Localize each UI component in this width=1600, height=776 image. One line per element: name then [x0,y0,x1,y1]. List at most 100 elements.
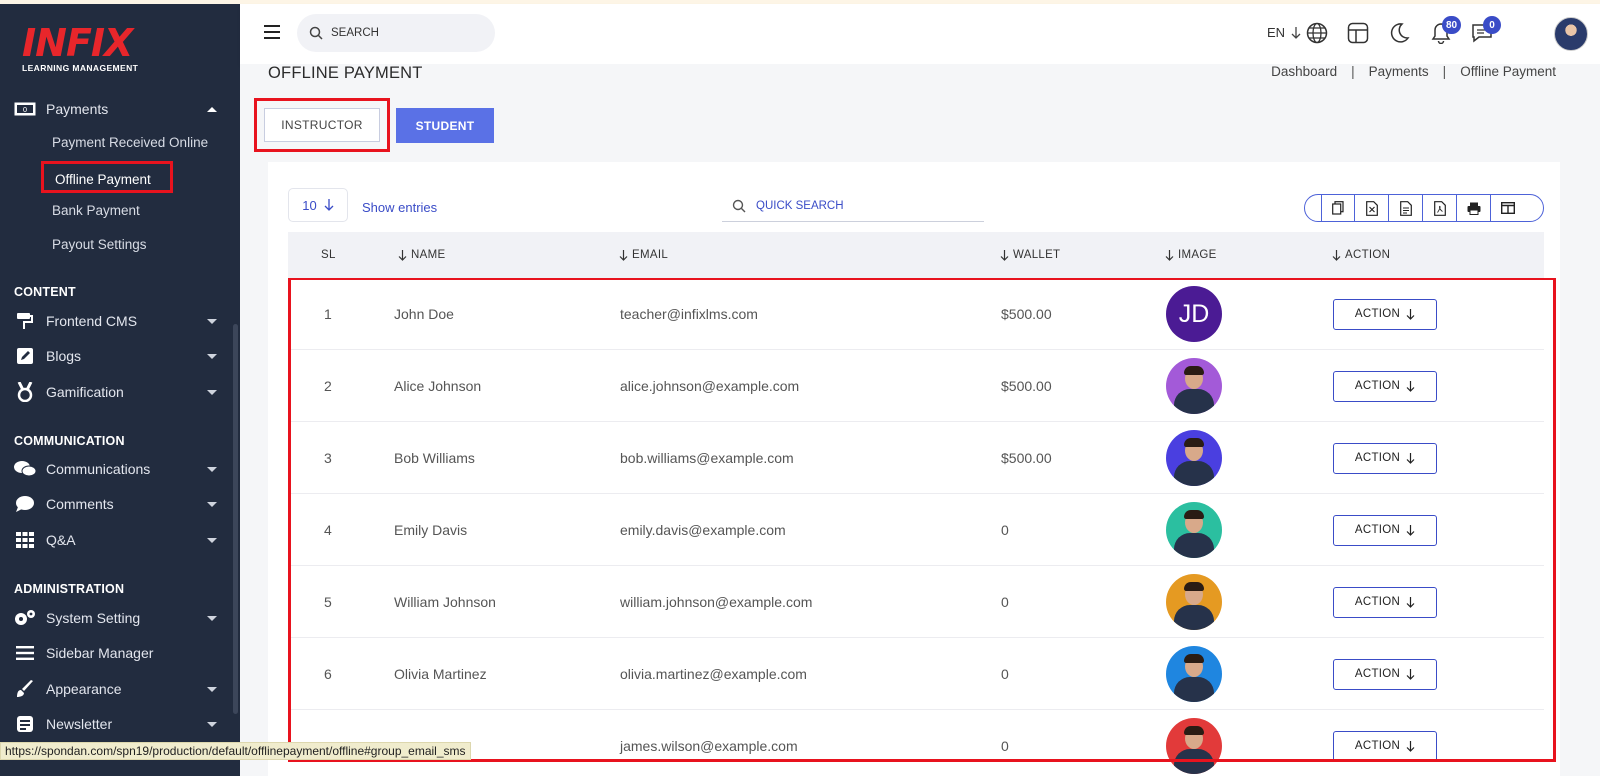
sort-arrow-icon [1000,249,1009,261]
sidebar-item-system-setting[interactable]: System Setting [0,603,240,633]
sidebar-item-label: System Setting [46,610,141,626]
column-label: NAME [411,249,446,261]
layout-icon[interactable] [1345,20,1371,46]
csv-icon[interactable] [1389,195,1423,221]
chevron-up-icon [207,106,217,112]
breadcrumb-dashboard[interactable]: Dashboard [1271,64,1337,79]
pdf-icon[interactable] [1423,195,1457,221]
search-icon [309,26,323,40]
sidebar-item-blogs[interactable]: Blogs [0,341,240,371]
sort-arrow-icon [398,249,407,261]
breadcrumb-payments[interactable]: Payments [1369,64,1429,79]
show-entries-label: Show entries [362,200,438,215]
newsletter-icon [14,713,36,735]
chevron-down-icon [207,353,217,359]
messages-count-badge: 0 [1483,16,1501,34]
entries-value: 10 [302,197,317,213]
copy-icon[interactable] [1321,195,1355,221]
language-selector[interactable]: EN [1267,25,1301,40]
excel-icon[interactable] [1355,195,1389,221]
columns-icon[interactable] [1491,195,1525,221]
chevron-down-icon [207,318,217,324]
top-header: EN 80 0 [240,4,1600,64]
sidebar-subitem-payout-settings[interactable]: Payout Settings [52,237,147,252]
tab-instructor[interactable]: INSTRUCTOR [264,108,380,142]
entries-select[interactable]: 10 [288,188,348,222]
menu-lines-icon [14,642,36,664]
column-header-sl[interactable]: SL [321,249,336,261]
print-icon[interactable] [1457,195,1491,221]
grid-icon [14,529,36,551]
sidebar-item-frontend-cms[interactable]: Frontend CMS [0,306,240,336]
column-header-email[interactable]: EMAIL [619,249,668,261]
breadcrumb: Dashboard | Payments | Offline Payment [1271,64,1556,79]
column-label: SL [321,249,336,261]
user-avatar[interactable] [1554,17,1588,51]
sidebar-item-label: Frontend CMS [46,313,138,329]
sort-arrow-icon [619,249,628,261]
main-content: OFFLINE PAYMENT Dashboard | Payments | O… [240,64,1600,776]
sidebar-item-label: Payments [46,101,109,117]
money-icon: 0 [14,98,36,120]
logo-tagline: LEARNING MANAGEMENT [22,63,139,73]
sidebar-item-label: Gamification [46,384,124,400]
sidebar-item-comments[interactable]: Comments [0,489,240,519]
globe-icon[interactable] [1304,20,1330,46]
breadcrumb-separator: | [1442,64,1447,79]
edit-icon [14,345,36,367]
sidebar-item-appearance[interactable]: Appearance [0,674,240,704]
svg-text:0: 0 [23,106,27,114]
column-label: EMAIL [632,249,669,261]
column-header-action[interactable]: ACTION [1332,249,1390,261]
sidebar-item-sidebar-manager[interactable]: Sidebar Manager [0,638,240,668]
sidebar-subitem-payment-received-online[interactable]: Payment Received Online [52,135,208,150]
sidebar-heading-administration: ADMINISTRATION [14,582,125,596]
quick-search[interactable] [722,190,984,222]
status-bar-url: https://spondan.com/spn19/production/def… [0,742,471,760]
medal-icon [14,381,36,403]
notification-bell-icon[interactable]: 80 [1428,16,1462,46]
language-label: EN [1267,25,1286,40]
chevron-down-icon [207,686,217,692]
sidebar-item-label: Communications [46,461,151,477]
gears-icon [14,607,36,629]
page-title: OFFLINE PAYMENT [268,64,423,82]
column-label: IMAGE [1178,249,1217,261]
moon-icon[interactable] [1386,20,1412,46]
search-input[interactable] [331,27,481,39]
column-header-image[interactable]: IMAGE [1165,249,1217,261]
brush-icon [14,678,36,700]
sidebar-item-label: Appearance [46,681,122,697]
sidebar-item-label: Newsletter [46,716,113,732]
logo[interactable]: INFIX LEARNING MANAGEMENT [22,24,138,73]
sidebar-subitem-offline-payment[interactable]: Offline Payment [41,161,173,193]
column-header-name[interactable]: NAME [398,249,445,261]
sort-arrow-icon [1165,249,1174,261]
export-button-group [1304,194,1544,222]
sidebar-scrollbar[interactable] [233,324,238,714]
tab-student[interactable]: STUDENT [396,108,494,143]
hamburger-menu-icon[interactable] [264,25,280,39]
sidebar-item-communications[interactable]: Communications [0,454,240,484]
sidebar-item-newsletter[interactable]: Newsletter [0,709,240,739]
header-search[interactable] [297,14,495,52]
chevron-down-icon [207,615,217,621]
messages-icon[interactable]: 0 [1469,16,1501,46]
sidebar-item-qa[interactable]: Q&A [0,525,240,555]
sidebar-item-label: Blogs [46,348,82,364]
notification-count-badge: 80 [1442,16,1462,34]
quick-search-input[interactable] [756,199,956,212]
column-header-wallet[interactable]: WALLET [1000,249,1060,261]
breadcrumb-separator: | [1351,64,1355,79]
sidebar-item-label: Q&A [46,532,76,548]
sort-arrow-icon [1332,249,1341,261]
logo-text: INFIX [22,21,133,65]
comment-icon [14,493,36,515]
sidebar: INFIX LEARNING MANAGEMENT 0 Payments Pay… [0,4,240,776]
sidebar-subitem-bank-payment[interactable]: Bank Payment [52,203,140,218]
chat-bubbles-icon [14,458,36,480]
sidebar-item-payments[interactable]: 0 Payments [0,94,240,124]
column-label: WALLET [1013,249,1061,261]
search-icon [732,199,746,212]
sidebar-item-gamification[interactable]: Gamification [0,377,240,407]
